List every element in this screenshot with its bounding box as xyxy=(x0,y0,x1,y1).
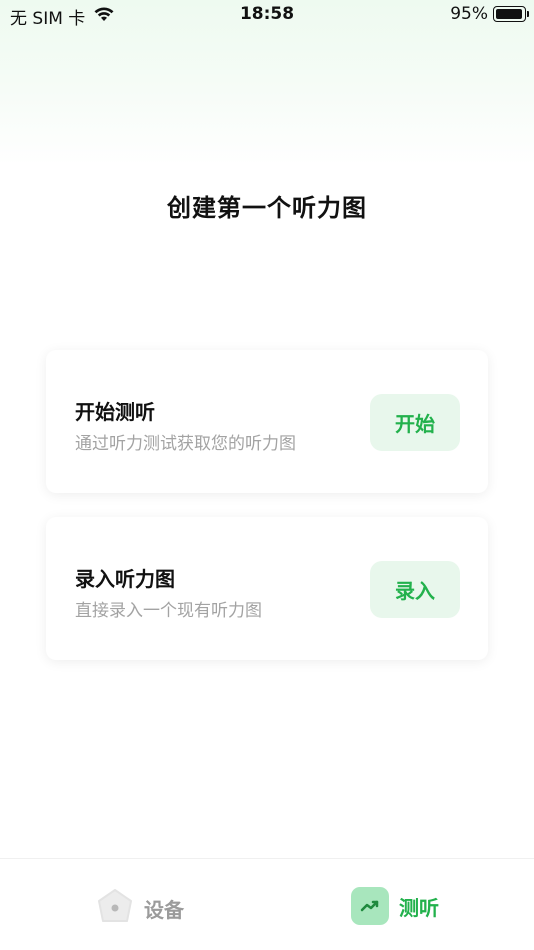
tab-device[interactable]: 设备 xyxy=(96,887,184,930)
tab-hearing-label: 测听 xyxy=(399,895,439,920)
card-title: 录入听力图 xyxy=(75,567,175,591)
card-title: 开始测听 xyxy=(75,400,155,424)
battery-fill xyxy=(496,9,522,19)
start-button[interactable]: 开始 xyxy=(370,394,460,451)
screen: 无 SIM 卡 18:58 95% 创建第一个听力图 开始测听 通过听力测试获取… xyxy=(0,0,534,950)
battery-icon xyxy=(493,6,529,22)
page-title: 创建第一个听力图 xyxy=(167,194,367,222)
battery-percent: 95% xyxy=(450,4,488,24)
tab-device-label: 设备 xyxy=(144,898,184,922)
enter-button[interactable]: 录入 xyxy=(370,561,460,618)
device-pentagon-icon xyxy=(96,887,134,930)
status-right: 95% xyxy=(450,4,529,24)
trend-up-icon xyxy=(351,887,389,925)
card-subtitle: 直接录入一个现有听力图 xyxy=(75,601,262,621)
status-bar: 无 SIM 卡 18:58 95% xyxy=(0,0,534,30)
tab-hearing-test[interactable]: 测听 xyxy=(351,887,439,925)
tab-bar: 设备 测听 xyxy=(0,858,534,950)
card-subtitle: 通过听力测试获取您的听力图 xyxy=(75,434,296,454)
enter-audiogram-card[interactable]: 录入听力图 直接录入一个现有听力图 录入 xyxy=(46,517,488,660)
start-test-card[interactable]: 开始测听 通过听力测试获取您的听力图 开始 xyxy=(46,350,488,493)
